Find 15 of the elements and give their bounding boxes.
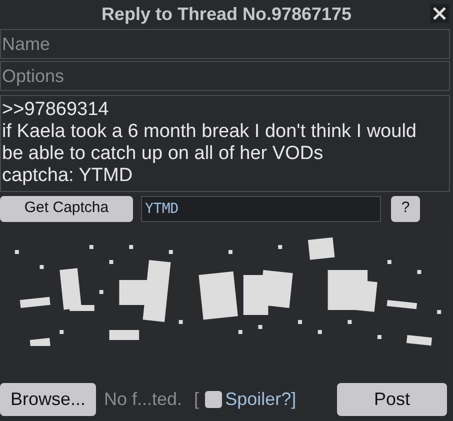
help-button[interactable]: ? <box>391 196 420 222</box>
file-status: No f...ted. <box>104 388 182 411</box>
browse-button[interactable]: Browse... <box>0 383 96 416</box>
window-title: Reply to Thread No.97867175 <box>101 3 352 26</box>
bracket: [ <box>194 388 200 411</box>
get-captcha-button[interactable]: Get Captcha <box>0 196 133 222</box>
close-button[interactable] <box>430 4 449 23</box>
captcha-field[interactable]: YTMD <box>141 196 381 222</box>
text-field[interactable]: Options <box>0 61 450 91</box>
close-icon <box>433 7 446 20</box>
post-button[interactable]: Post <box>337 383 447 416</box>
spoiler-checkbox[interactable] <box>205 391 222 408</box>
comment-field[interactable]: >>97869314 if Kaela took a 6 month break I don't think I would be able to catch up on all of her VODs captcha: YTMD <box>0 95 450 192</box>
text-field[interactable]: Name <box>0 29 450 59</box>
spoiler-label: Spoiler?] <box>225 388 296 411</box>
